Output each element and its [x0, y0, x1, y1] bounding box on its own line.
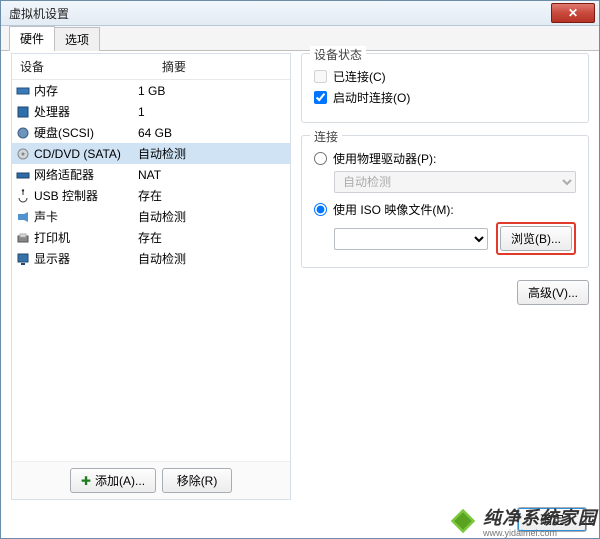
device-row[interactable]: 处理器1: [12, 101, 290, 122]
use-iso-radio[interactable]: [314, 203, 327, 216]
device-summary: 存在: [138, 187, 290, 204]
poweron-label: 启动时连接(O): [333, 89, 410, 106]
device-name: 硬盘(SCSI): [34, 124, 138, 141]
device-icon: [12, 189, 34, 203]
device-row[interactable]: 打印机存在: [12, 227, 290, 248]
settings-panel: 设备状态 已连接(C) 启动时连接(O) 连接 使用物理驱动器(P):: [301, 53, 589, 500]
device-summary: 64 GB: [138, 126, 290, 140]
device-icon: [12, 84, 34, 98]
device-row[interactable]: 显示器自动检测: [12, 248, 290, 269]
vm-settings-window: 虚拟机设置 ✕ 硬件 选项 设备 摘要 内存1 GB处理器1硬盘(SCSI)64…: [0, 0, 600, 539]
physical-drive-row: 自动检测: [334, 171, 576, 193]
device-name: CD/DVD (SATA): [34, 147, 138, 161]
plus-icon: ✚: [81, 474, 91, 488]
watermark-logo-icon: [449, 507, 477, 535]
use-physical-radio[interactable]: [314, 152, 327, 165]
device-name: USB 控制器: [34, 187, 138, 204]
add-device-button[interactable]: ✚ 添加(A)...: [70, 468, 156, 493]
device-icon: [12, 126, 34, 140]
device-icon: [12, 231, 34, 245]
connected-label: 已连接(C): [333, 68, 386, 85]
close-icon: ✕: [568, 7, 578, 19]
device-row[interactable]: 声卡自动检测: [12, 206, 290, 227]
device-row[interactable]: CD/DVD (SATA)自动检测: [12, 143, 290, 164]
ok-button[interactable]: 确定: [517, 507, 587, 532]
browse-highlight: 浏览(B)...: [496, 222, 576, 255]
remove-device-button[interactable]: 移除(R): [162, 468, 232, 493]
device-icon: [12, 252, 34, 266]
device-panel: 设备 摘要 内存1 GB处理器1硬盘(SCSI)64 GBCD/DVD (SAT…: [11, 53, 291, 500]
device-name: 处理器: [34, 103, 138, 120]
device-row[interactable]: 硬盘(SCSI)64 GB: [12, 122, 290, 143]
connected-checkbox: [314, 70, 327, 83]
window-title: 虚拟机设置: [5, 5, 69, 22]
device-list-header: 设备 摘要: [12, 54, 290, 80]
device-icon: [12, 168, 34, 182]
device-list: 设备 摘要 内存1 GB处理器1硬盘(SCSI)64 GBCD/DVD (SAT…: [12, 54, 290, 461]
dialog-footer: 确定: [517, 507, 587, 532]
iso-row: 浏览(B)...: [334, 222, 576, 255]
device-name: 内存: [34, 82, 138, 99]
device-name: 打印机: [34, 229, 138, 246]
device-list-body: 内存1 GB处理器1硬盘(SCSI)64 GBCD/DVD (SATA)自动检测…: [12, 80, 290, 269]
device-name: 声卡: [34, 208, 138, 225]
tab-strip: 硬件 选项: [1, 26, 599, 51]
connection-group: 连接 使用物理驱动器(P): 自动检测 使用 ISO 映像文件(M):: [301, 135, 589, 268]
device-name: 网络适配器: [34, 166, 138, 183]
device-summary: 自动检测: [138, 208, 290, 225]
use-iso-radio-row[interactable]: 使用 ISO 映像文件(M):: [314, 201, 576, 218]
device-row[interactable]: 网络适配器NAT: [12, 164, 290, 185]
device-row[interactable]: USB 控制器存在: [12, 185, 290, 206]
device-summary: 1: [138, 105, 290, 119]
header-device: 设备: [12, 54, 154, 79]
advanced-row: 高级(V)...: [301, 280, 589, 305]
poweron-checkbox-row[interactable]: 启动时连接(O): [314, 89, 576, 106]
use-physical-label: 使用物理驱动器(P):: [333, 150, 436, 167]
tab-hardware[interactable]: 硬件: [9, 26, 55, 51]
device-status-group: 设备状态 已连接(C) 启动时连接(O): [301, 53, 589, 123]
device-icon: [12, 210, 34, 224]
device-summary: NAT: [138, 168, 290, 182]
use-physical-radio-row[interactable]: 使用物理驱动器(P):: [314, 150, 576, 167]
add-label: 添加(A)...: [95, 472, 145, 489]
titlebar: 虚拟机设置 ✕: [1, 1, 599, 26]
header-summary: 摘要: [154, 54, 290, 79]
device-summary: 自动检测: [138, 250, 290, 267]
advanced-button[interactable]: 高级(V)...: [517, 280, 589, 305]
content-area: 设备 摘要 内存1 GB处理器1硬盘(SCSI)64 GBCD/DVD (SAT…: [11, 53, 589, 500]
iso-path-select[interactable]: [334, 228, 488, 250]
device-summary: 存在: [138, 229, 290, 246]
device-summary: 1 GB: [138, 84, 290, 98]
connected-checkbox-row[interactable]: 已连接(C): [314, 68, 576, 85]
device-summary: 自动检测: [138, 145, 290, 162]
poweron-checkbox[interactable]: [314, 91, 327, 104]
device-buttons: ✚ 添加(A)... 移除(R): [12, 461, 290, 499]
tab-options[interactable]: 选项: [54, 27, 100, 51]
connection-title: 连接: [310, 128, 342, 145]
device-status-title: 设备状态: [310, 46, 366, 63]
device-icon: [12, 105, 34, 119]
browse-button[interactable]: 浏览(B)...: [500, 226, 572, 251]
use-iso-label: 使用 ISO 映像文件(M):: [333, 201, 454, 218]
device-icon: [12, 147, 34, 161]
close-button[interactable]: ✕: [551, 3, 595, 23]
device-name: 显示器: [34, 250, 138, 267]
physical-drive-select: 自动检测: [334, 171, 576, 193]
device-row[interactable]: 内存1 GB: [12, 80, 290, 101]
